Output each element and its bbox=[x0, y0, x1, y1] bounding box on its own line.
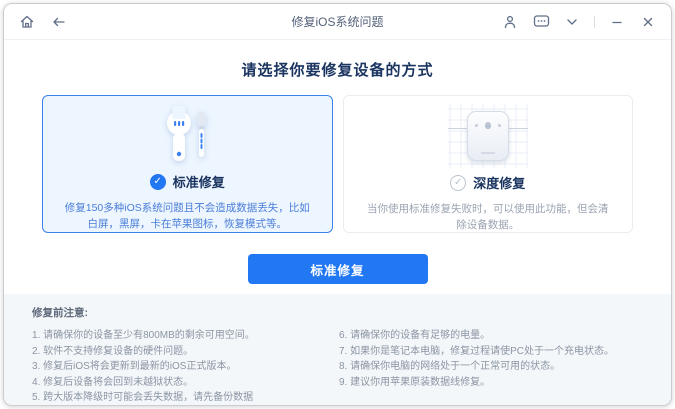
selected-check-icon: ✓ bbox=[149, 173, 166, 190]
minimize-icon[interactable] bbox=[608, 13, 626, 31]
titlebar-separator bbox=[594, 15, 595, 28]
notes-column-right: 6. 请确保你的设备有足够的电量。 7. 如果你是笔记本电脑，修复过程请使PC处… bbox=[339, 328, 651, 405]
note-item: 1. 请确保你的设备至少有800MB的剩余可用空间。 bbox=[32, 330, 255, 341]
card-deep-repair[interactable]: ✓ 深度修复 当你使用标准修复失败时，可以使用此功能，但会清除设备数据。 bbox=[342, 95, 633, 233]
home-icon[interactable] bbox=[18, 13, 36, 31]
close-icon[interactable] bbox=[639, 13, 657, 31]
page-title: 请选择你要修复设备的方式 bbox=[241, 62, 434, 79]
card-standard-repair[interactable]: ✓ 标准修复 修复150多种iOS系统问题且不会造成数据丢失，比如白屏，黑屏，卡… bbox=[42, 95, 333, 233]
note-item: 2. 软件不支持修复设备的硬件问题。 bbox=[32, 345, 194, 357]
notes-heading: 修复前注意: bbox=[32, 307, 88, 319]
note-item: 8. 请确保你电脑的网络处于一个正常可用的状态。 bbox=[339, 361, 561, 372]
card-standard-title: 标准修复 bbox=[172, 175, 225, 190]
notes-column-left: 1. 请确保你的设备至少有800MB的剩余可用空间。 2. 软件不支持修复设备的… bbox=[32, 328, 339, 405]
note-item: 9. 建议你用苹果原装数据线修复。 bbox=[339, 376, 491, 388]
main-content: 请选择你要修复设备的方式 ✓ 标准修复 修复150多种iOS系统问题且不会造成数… bbox=[4, 40, 671, 301]
note-item: 7. 如果你是笔记本电脑，修复过程请使PC处于一个充电状态。 bbox=[339, 345, 615, 357]
note-item: 4. 修复后设备将会回到未越狱状态。 bbox=[32, 376, 194, 388]
card-standard-description: 修复150多种iOS系统问题且不会造成数据丢失，比如白屏，黑屏，卡在苹果图标，恢… bbox=[64, 202, 310, 230]
card-deep-title: 深度修复 bbox=[473, 176, 526, 191]
pre-repair-notes: 修复前注意: 1. 请确保你的设备至少有800MB的剩余可用空间。 2. 软件不… bbox=[4, 294, 671, 405]
chevron-down-icon[interactable] bbox=[563, 13, 581, 31]
back-icon[interactable] bbox=[50, 13, 68, 31]
note-item: 6. 请确保你的设备有足够的电量。 bbox=[339, 330, 491, 341]
device-icon bbox=[446, 104, 530, 168]
app-window: 修复iOS系统问题 请选择你要修复设备的方式 ✓ 标准修复 修复150多种iOS… bbox=[3, 3, 672, 406]
titlebar: 修复iOS系统问题 bbox=[4, 4, 671, 40]
tools-icon bbox=[145, 104, 229, 167]
feedback-icon[interactable] bbox=[532, 13, 550, 31]
unselected-check-icon: ✓ bbox=[450, 174, 467, 191]
standard-repair-button[interactable]: 标准修复 bbox=[247, 254, 428, 284]
note-item: 5. 跨大版本降级时可能会丢失数据，请先备份数据 bbox=[32, 392, 254, 403]
account-icon[interactable] bbox=[501, 13, 519, 31]
repair-mode-cards: ✓ 标准修复 修复150多种iOS系统问题且不会造成数据丢失，比如白屏，黑屏，卡… bbox=[42, 95, 633, 233]
card-deep-description: 当你使用标准修复失败时，可以使用此功能，但会清除设备数据。 bbox=[367, 203, 609, 231]
note-item: 3. 修复后iOS将会更新到最新的iOS正式版本。 bbox=[32, 361, 237, 372]
